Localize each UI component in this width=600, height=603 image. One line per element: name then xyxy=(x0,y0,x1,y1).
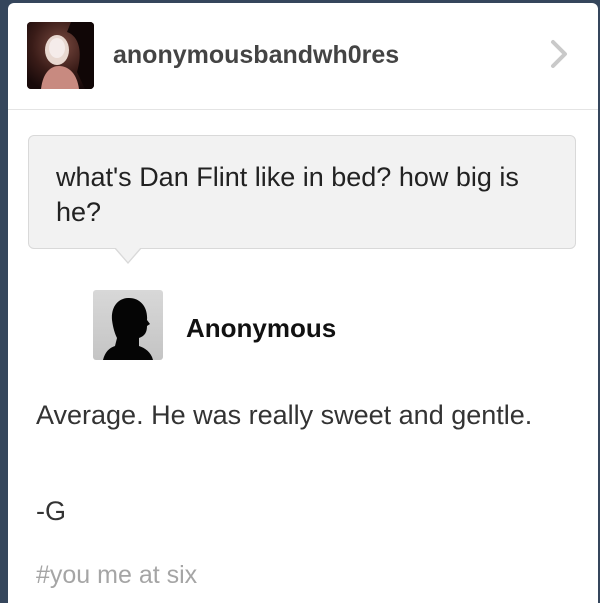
chevron-right-icon[interactable] xyxy=(550,39,568,74)
answer-text: Average. He was really sweet and gentle. xyxy=(36,400,533,430)
post-header: anonymousbandwh0res xyxy=(8,3,598,110)
question-bubble: what's Dan Flint like in bed? how big is… xyxy=(28,135,576,249)
bubble-tail-fill xyxy=(115,247,141,262)
blog-username[interactable]: anonymousbandwh0res xyxy=(113,41,399,70)
answer-signoff: -G xyxy=(36,496,66,526)
asker-name[interactable]: Anonymous xyxy=(186,313,336,344)
post-card: anonymousbandwh0res what's Dan Flint lik… xyxy=(8,3,598,603)
question-text: what's Dan Flint like in bed? how big is… xyxy=(56,162,519,227)
blog-avatar[interactable] xyxy=(27,22,94,89)
post-tag[interactable]: #you me at six xyxy=(36,561,197,590)
anonymous-silhouette-icon xyxy=(93,290,163,360)
